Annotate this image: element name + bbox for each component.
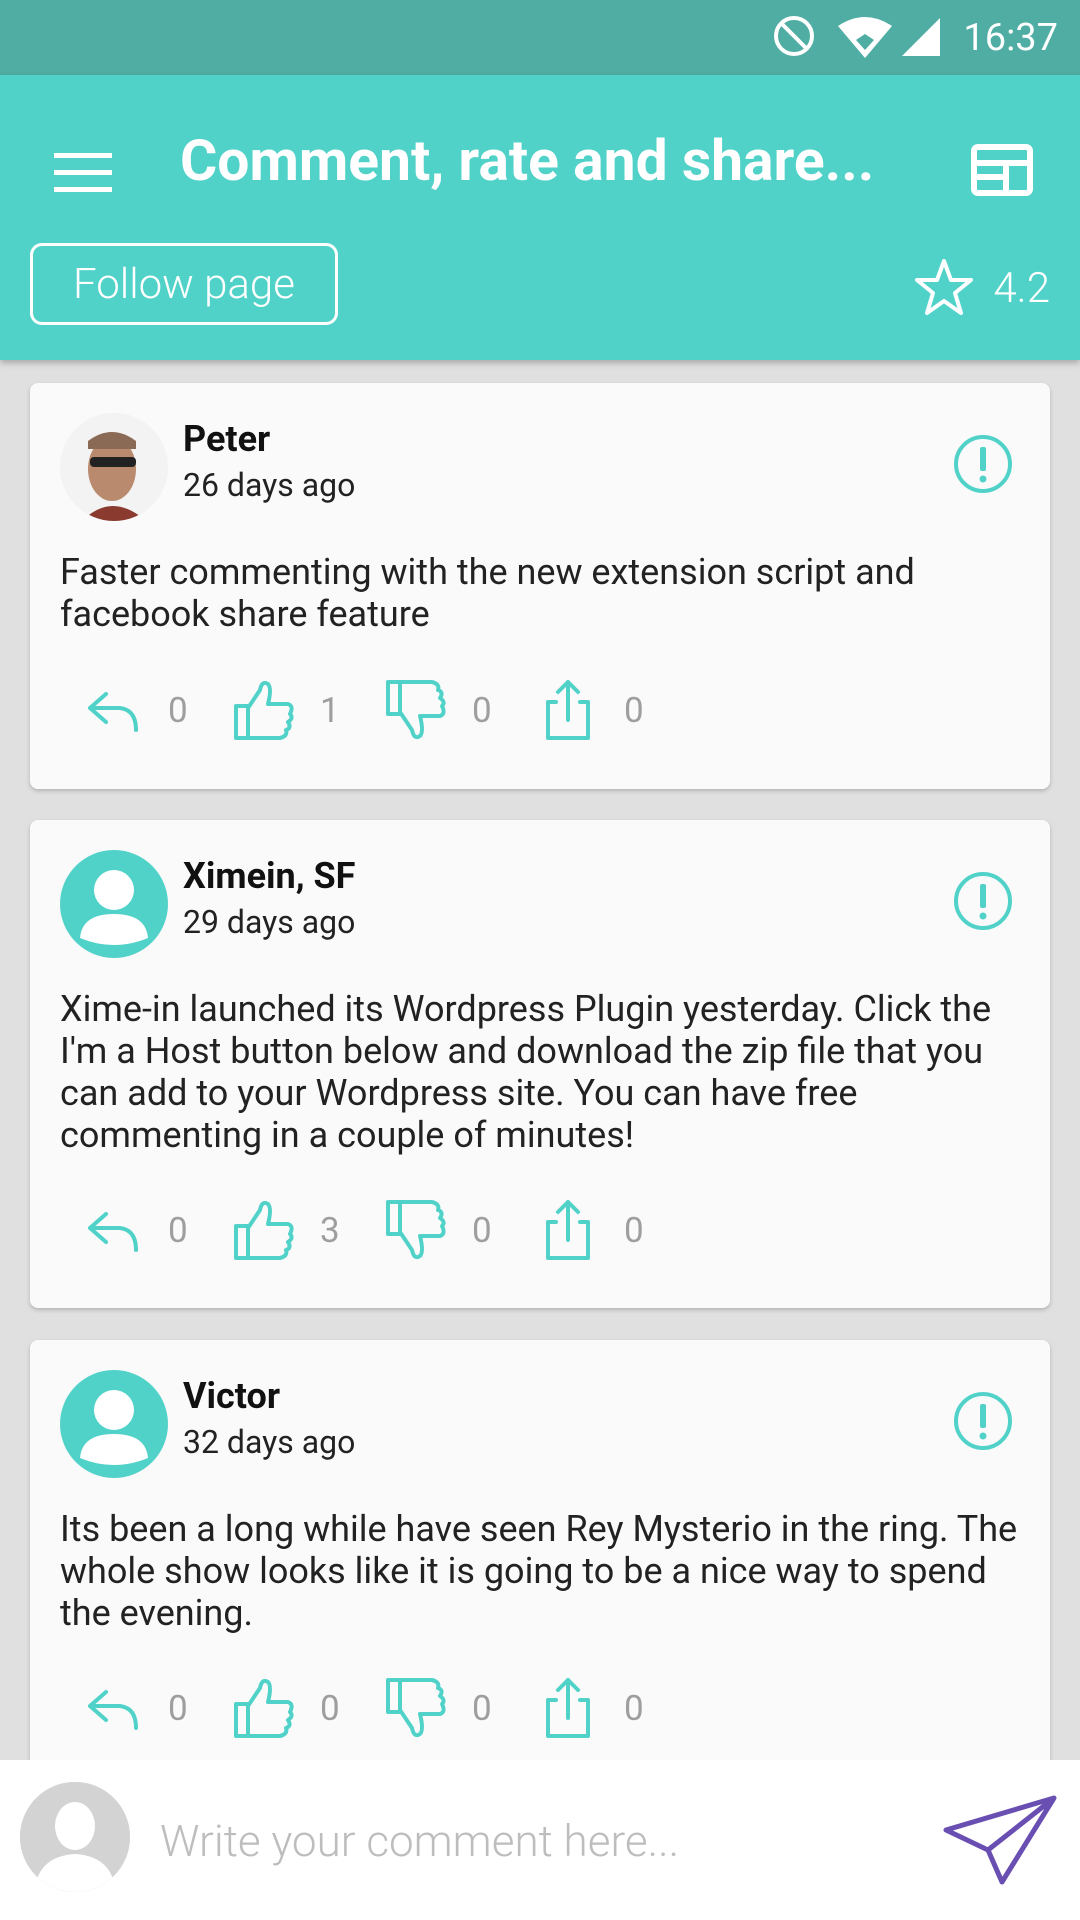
avatar[interactable] bbox=[60, 1370, 168, 1478]
comment-author[interactable]: Victor bbox=[183, 1375, 280, 1417]
reply-icon bbox=[88, 692, 138, 732]
comment-actions: 0 1 0 0 bbox=[78, 674, 686, 746]
comment-actions: 0 3 0 0 bbox=[78, 1194, 686, 1266]
my-avatar bbox=[20, 1782, 130, 1892]
comment-card: Peter 26 days ago Faster commenting with… bbox=[30, 383, 1050, 789]
like-button[interactable]: 3 bbox=[230, 1196, 382, 1264]
report-icon[interactable] bbox=[952, 870, 1014, 932]
comment-input[interactable] bbox=[158, 1800, 902, 1882]
share-button[interactable]: 0 bbox=[534, 1196, 686, 1264]
comment-text: Xime-in launched its Wordpress Plugin ye… bbox=[60, 988, 992, 1156]
comment-card: Ximein, SF 29 days ago Xime-in launched … bbox=[30, 820, 1050, 1308]
comment-actions: 0 0 0 0 bbox=[78, 1672, 686, 1744]
reply-count: 0 bbox=[168, 689, 188, 731]
comment-composer bbox=[0, 1760, 1080, 1920]
share-button[interactable]: 0 bbox=[534, 676, 686, 744]
wifi-icon bbox=[838, 17, 892, 58]
send-icon[interactable] bbox=[942, 1790, 1060, 1890]
report-icon[interactable] bbox=[952, 433, 1014, 495]
avatar[interactable] bbox=[60, 413, 168, 521]
dislike-count: 0 bbox=[472, 1687, 492, 1729]
like-count: 3 bbox=[320, 1209, 340, 1251]
do-not-disturb-icon bbox=[774, 16, 814, 56]
comment-card: Victor 32 days ago Its been a long while… bbox=[30, 1340, 1050, 1770]
thumbs-up-icon bbox=[234, 1200, 294, 1260]
like-count: 1 bbox=[320, 689, 340, 731]
layout-icon[interactable] bbox=[962, 131, 1042, 211]
share-count: 0 bbox=[624, 1687, 644, 1729]
thumbs-up-icon bbox=[234, 680, 294, 740]
share-count: 0 bbox=[624, 1209, 644, 1251]
reply-icon bbox=[88, 1690, 138, 1730]
dislike-button[interactable]: 0 bbox=[382, 1674, 534, 1742]
report-icon[interactable] bbox=[952, 1390, 1014, 1452]
avatar[interactable] bbox=[60, 850, 168, 958]
page-title: Comment, rate and share... bbox=[180, 127, 875, 194]
reply-count: 0 bbox=[168, 1687, 188, 1729]
dislike-button[interactable]: 0 bbox=[382, 1196, 534, 1264]
dislike-count: 0 bbox=[472, 1209, 492, 1251]
comment-time: 29 days ago bbox=[183, 903, 356, 941]
comment-text: Its been a long while have seen Rey Myst… bbox=[60, 1508, 1018, 1634]
dislike-button[interactable]: 0 bbox=[382, 676, 534, 744]
user-photo bbox=[60, 413, 168, 521]
status-bar: 16:37 bbox=[0, 0, 1080, 75]
follow-page-button[interactable]: Follow page bbox=[30, 243, 338, 325]
reply-icon bbox=[88, 1212, 138, 1252]
share-button[interactable]: 0 bbox=[534, 1674, 686, 1742]
like-button[interactable]: 0 bbox=[230, 1674, 382, 1742]
thumbs-down-icon bbox=[386, 1200, 446, 1260]
comment-time: 26 days ago bbox=[183, 466, 356, 504]
reply-count: 0 bbox=[168, 1209, 188, 1251]
reply-button[interactable]: 0 bbox=[78, 676, 230, 744]
cell-signal-icon bbox=[902, 18, 940, 56]
reply-button[interactable]: 0 bbox=[78, 1196, 230, 1264]
share-icon bbox=[546, 1200, 590, 1260]
default-user-icon bbox=[80, 870, 148, 945]
default-user-icon bbox=[20, 1782, 130, 1892]
thumbs-down-icon bbox=[386, 1678, 446, 1738]
status-time: 16:37 bbox=[963, 16, 1058, 60]
thumbs-down-icon bbox=[386, 680, 446, 740]
like-button[interactable]: 1 bbox=[230, 676, 382, 744]
default-user-icon bbox=[80, 1390, 148, 1465]
thumbs-up-icon bbox=[234, 1678, 294, 1738]
reply-button[interactable]: 0 bbox=[78, 1674, 230, 1742]
comment-author[interactable]: Ximein, SF bbox=[183, 855, 355, 897]
share-icon bbox=[546, 680, 590, 740]
app-bar: Comment, rate and share... Follow page 4… bbox=[0, 75, 1080, 360]
like-count: 0 bbox=[320, 1687, 340, 1729]
comment-author[interactable]: Peter bbox=[183, 418, 270, 460]
comment-text: Faster commenting with the new extension… bbox=[60, 551, 915, 635]
dislike-count: 0 bbox=[472, 689, 492, 731]
menu-icon[interactable] bbox=[44, 133, 124, 213]
page-rating[interactable]: 4.2 bbox=[913, 253, 1050, 323]
comment-time: 32 days ago bbox=[183, 1423, 356, 1461]
star-icon bbox=[915, 259, 974, 315]
rating-value: 4.2 bbox=[993, 263, 1050, 313]
share-count: 0 bbox=[624, 689, 644, 731]
share-icon bbox=[546, 1678, 590, 1738]
